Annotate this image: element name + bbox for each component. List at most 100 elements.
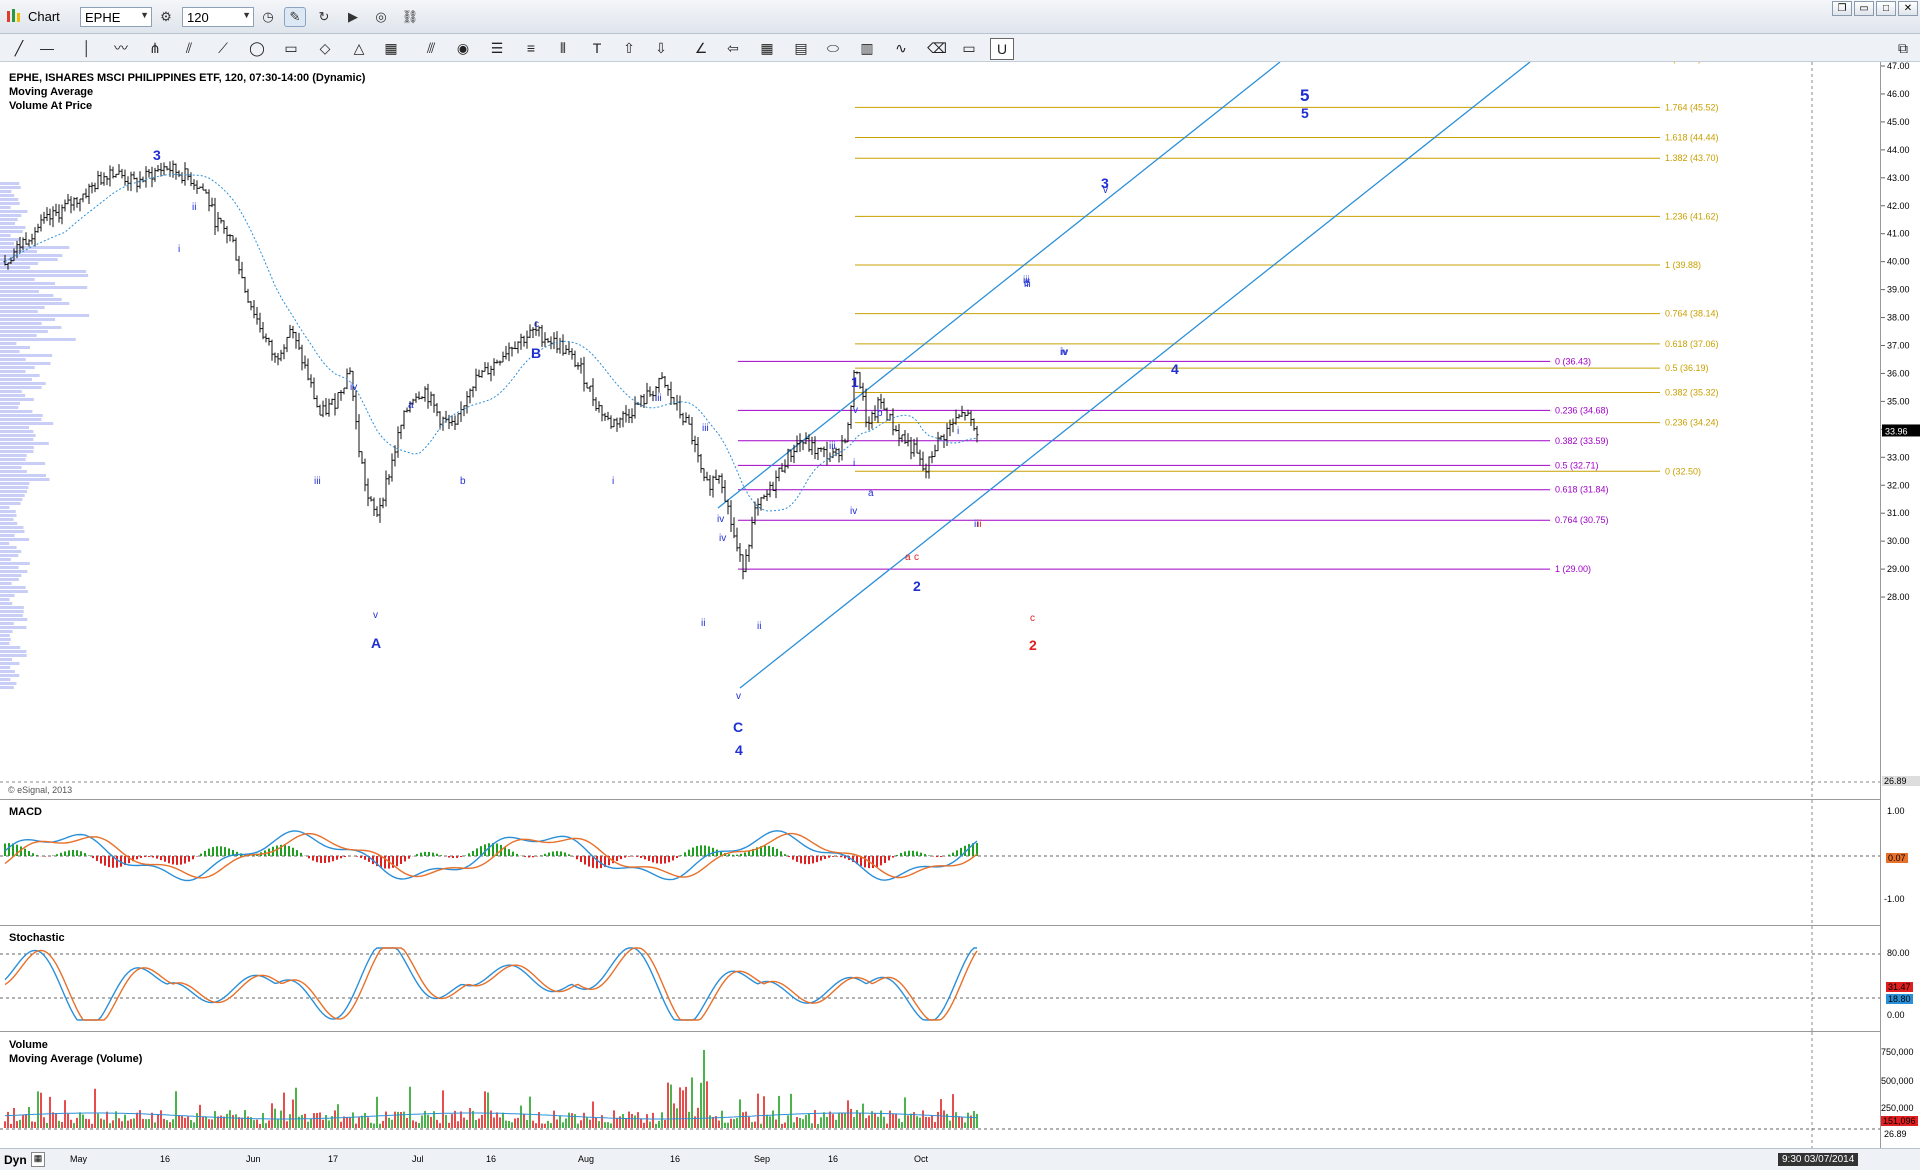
volume-at-price-bar [0, 646, 21, 649]
volume-at-price-bar [0, 266, 31, 269]
fib-extension-label: 0.236 (34.24) [1665, 418, 1719, 428]
time-axis-label: Aug [578, 1154, 595, 1164]
trendline-tool-icon[interactable]: ╱ [8, 38, 30, 58]
window-title: Chart [28, 9, 60, 24]
pti-tool-icon[interactable]: ▥ [856, 38, 878, 58]
angle-tool-icon[interactable]: ∠ [690, 38, 712, 58]
volume-at-price-bar [0, 434, 36, 437]
time-axis-label: 17 [328, 1154, 339, 1164]
wave-label-minor: b [460, 476, 466, 487]
link-icon[interactable]: ⛓ [399, 7, 421, 27]
volume-at-price-bar [0, 674, 20, 677]
channel-tool-icon[interactable]: ⫽ [178, 38, 200, 58]
eraser-tool-icon[interactable]: ◇ [314, 38, 336, 58]
volume-axis[interactable]: 750,000 500,000 250,000 151,096 26.89 [1880, 1032, 1920, 1148]
cursor-icon[interactable]: ◎ [370, 7, 392, 27]
comment-tool-icon[interactable]: ▭ [958, 38, 980, 58]
volume-pane[interactable]: Volume Moving Average (Volume) [0, 1032, 1880, 1148]
interval-value: 120 [187, 10, 209, 25]
time-axis-label: 16 [160, 1154, 171, 1164]
volume-tick-750k: 750,000 [1881, 1047, 1914, 1057]
chevron-down-icon[interactable]: ▼ [140, 10, 149, 20]
zigzag-tool-icon[interactable]: 〰 [110, 38, 132, 58]
play-icon[interactable]: ▶ [342, 7, 364, 27]
wave-label-minor: ii [192, 202, 196, 213]
chevron-down-icon[interactable]: ▼ [242, 10, 251, 20]
triangle-tool-icon[interactable]: △ [348, 38, 370, 58]
volume-at-price-bar [0, 666, 11, 669]
time-axis-label: 16 [828, 1154, 839, 1164]
volume-at-price-bar [0, 546, 17, 549]
volume-at-price-bar [0, 678, 11, 681]
refresh-icon[interactable]: ↻ [313, 7, 335, 27]
fib-retracement-tool-icon[interactable]: ☰ [486, 38, 508, 58]
wave-label-minor: v [736, 691, 741, 702]
time-cycles-tool-icon[interactable]: ⦀ [552, 38, 574, 58]
rectangle-tool-icon[interactable]: ▭ [280, 38, 302, 58]
volume-at-price-bar [0, 562, 30, 565]
fan-tool-icon[interactable]: ⟋ [212, 38, 234, 58]
expand-icon[interactable]: ⧉ [1892, 38, 1914, 58]
close-icon[interactable]: ✕ [1898, 1, 1918, 16]
price-axis-svg: 47.00 46.00 45.00 44.00 43.00 42.00 41.00 40.00… [1881, 62, 1920, 786]
restore-window-icon[interactable]: ❐ [1832, 1, 1852, 16]
fib-extension-tool-icon[interactable]: ≡ [520, 38, 542, 58]
wave-tool-icon[interactable]: ∿ [890, 38, 912, 58]
price-axis-tick-label: 30.00 [1887, 536, 1910, 546]
mob-tool-icon[interactable]: ▤ [790, 38, 812, 58]
pencil-draw-icon[interactable]: ✎ [284, 7, 306, 27]
stochastic-axis[interactable]: 80.00 31.47 18.80 0.00 [1880, 926, 1920, 1032]
symbol-input[interactable]: EPHE ▼ [80, 7, 152, 27]
volume-at-price-bar [0, 606, 24, 609]
time-axis-label: 16 [670, 1154, 681, 1164]
text-tool-icon[interactable]: T [586, 38, 608, 58]
macd-pane[interactable]: MACD [0, 800, 1880, 926]
volume-at-price-bar [0, 542, 10, 545]
volume-at-price-bar [0, 502, 21, 505]
ellipse-tool-icon[interactable]: ◯ [246, 38, 268, 58]
arrow-up-tool-icon[interactable]: ⇧ [618, 38, 640, 58]
parallel-lines-tool-icon[interactable]: ⫻ [420, 38, 442, 58]
vertical-line-tool-icon[interactable]: │ [76, 38, 98, 58]
eraser-icon[interactable]: ⌫ [926, 38, 948, 58]
stochastic-d-line [4, 947, 978, 1021]
grid-toggle-icon[interactable]: ▦ [31, 1152, 45, 1167]
wave-label-minor: i [957, 426, 959, 437]
price-axis-tick-label: 43.00 [1887, 173, 1910, 183]
oval-tool-icon[interactable]: ⬭ [822, 38, 844, 58]
volume-at-price-bar [0, 518, 14, 521]
cycle-tool-icon[interactable]: ◉ [452, 38, 474, 58]
volume-at-price-bar [0, 566, 19, 569]
grid-tool-icon[interactable]: ▦ [756, 38, 778, 58]
price-axis-tick-label: 46.00 [1887, 89, 1910, 99]
maximize-icon[interactable]: □ [1876, 1, 1896, 16]
volume-at-price-bar [0, 558, 11, 561]
magnet-icon[interactable]: U [990, 38, 1014, 60]
time-axis-bar[interactable]: Dyn ▦ May 16 Jun 17 Jul 16 Aug 16 Sep 16 Oct 9:30 … [0, 1148, 1920, 1170]
price-axis[interactable]: 47.00 46.00 45.00 44.00 43.00 42.00 41.00 40.00… [1880, 62, 1920, 800]
volume-at-price-bar [0, 526, 24, 529]
price-axis-tick-label: 32.00 [1887, 480, 1910, 490]
price-pane[interactable]: 2 (47.26) 1.764 (45.52) 1.618 (44.44) 1.382… [0, 62, 1880, 800]
volume-at-price-bar [0, 514, 17, 517]
fib-retracement-label: 0 (36.43) [1555, 356, 1591, 366]
stochastic-pane[interactable]: Stochastic [0, 926, 1880, 1032]
brush-tool-icon[interactable]: ▦ [380, 38, 402, 58]
minimize-icon[interactable]: ▭ [1854, 1, 1874, 16]
arrow-left-tool-icon[interactable]: ⇦ [722, 38, 744, 58]
volume-at-price-bar [0, 186, 21, 189]
volume-at-price-bar [0, 418, 42, 421]
wave-label-minor: iii [1024, 279, 1031, 290]
interval-input[interactable]: 120 ▼ [182, 7, 254, 27]
pitchfork-tool-icon[interactable]: ⋔ [144, 38, 166, 58]
clock-icon[interactable]: ◷ [257, 7, 279, 27]
mode-label[interactable]: Dyn [4, 1153, 27, 1167]
wave-label-minor: c [1030, 613, 1035, 624]
price-axis-tick-label: 33.00 [1887, 452, 1910, 462]
macd-axis[interactable]: 1.00 0.07 -1.00 [1880, 800, 1920, 926]
fib-extension-label: 0 (32.50) [1665, 466, 1701, 476]
horizontal-line-tool-icon[interactable]: — [36, 38, 58, 58]
arrow-down-tool-icon[interactable]: ⇩ [650, 38, 672, 58]
volume-at-price-bar [0, 238, 20, 241]
settings-gear-icon[interactable]: ⚙ [155, 7, 177, 27]
